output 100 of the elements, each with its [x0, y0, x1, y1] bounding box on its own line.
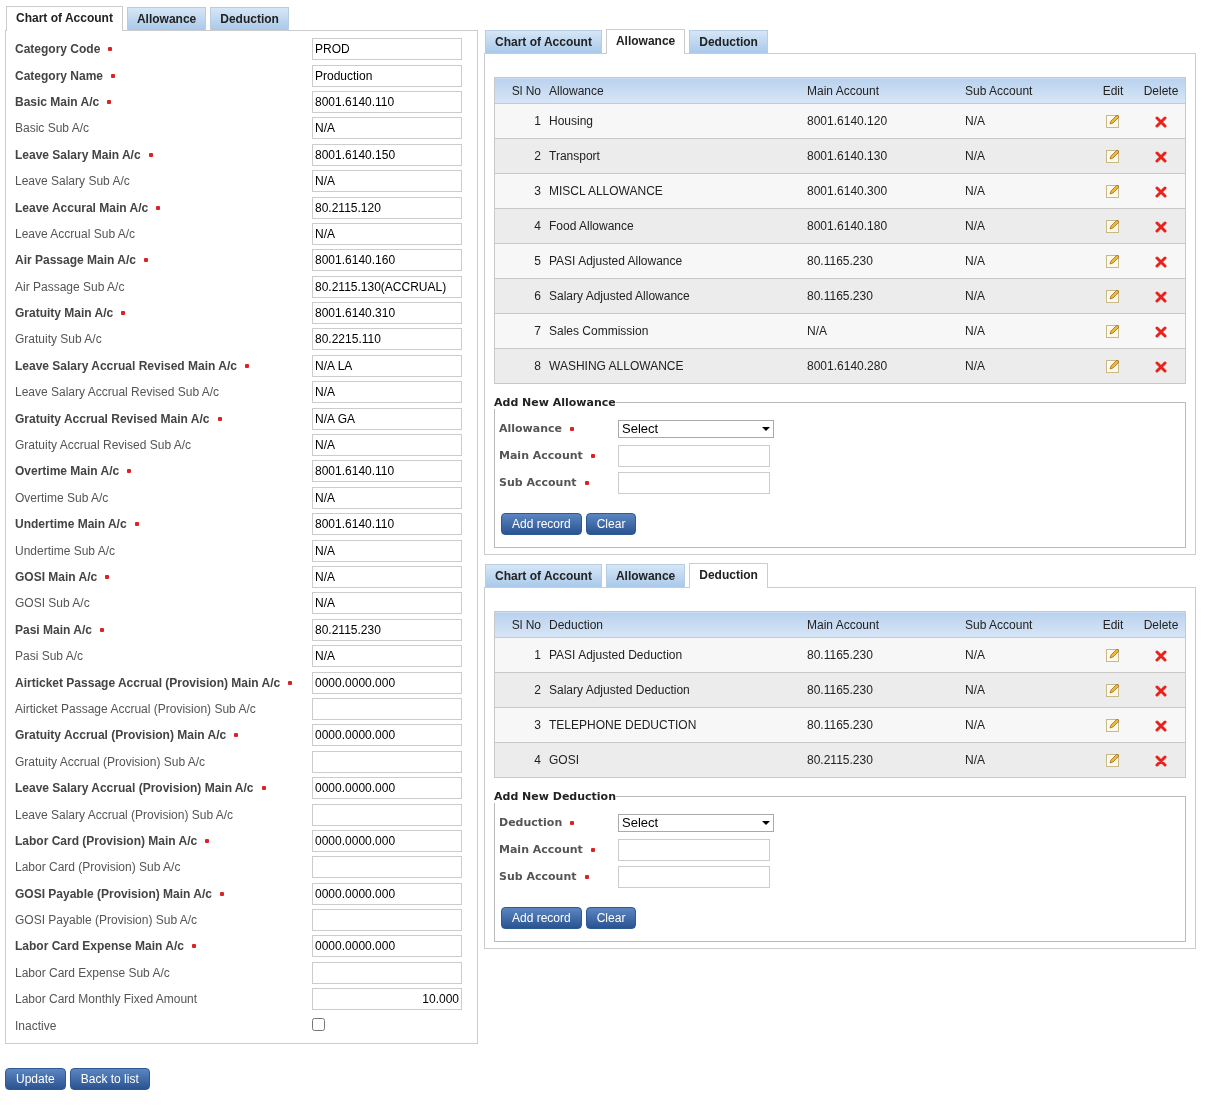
- delete-icon[interactable]: [1155, 360, 1167, 373]
- edit-icon[interactable]: [1106, 683, 1120, 698]
- edit-icon[interactable]: [1106, 324, 1120, 339]
- input-field[interactable]: 10.000: [312, 988, 462, 1011]
- input-field[interactable]: 80.2115.230: [312, 618, 462, 641]
- dropdown[interactable]: Select: [618, 419, 774, 438]
- tab[interactable]: Chart of Account: [6, 6, 123, 31]
- input-field[interactable]: 0000.0000.000: [312, 724, 462, 747]
- input-field[interactable]: 0000.0000.000: [312, 777, 462, 800]
- input-field[interactable]: 80.2215.110: [312, 328, 462, 351]
- tab[interactable]: Allowance: [605, 29, 686, 54]
- input-field[interactable]: 0000.0000.000: [312, 829, 462, 852]
- input-field[interactable]: [312, 750, 462, 773]
- delete-icon[interactable]: [1155, 220, 1167, 233]
- input-field[interactable]: 8001.6140.310: [312, 302, 462, 325]
- table-cell: N/A: [961, 707, 1089, 743]
- delete-icon[interactable]: [1155, 719, 1167, 732]
- table-cell: N/A: [961, 637, 1089, 673]
- input-field[interactable]: [312, 856, 462, 879]
- edit-icon[interactable]: [1106, 219, 1120, 234]
- input-field[interactable]: [312, 697, 462, 720]
- field-label: GOSI Payable (Provision) Main A/c: [15, 886, 212, 901]
- input-field[interactable]: N/A: [312, 486, 462, 509]
- input-field[interactable]: N/A: [312, 539, 462, 562]
- input-field[interactable]: N/A: [312, 566, 462, 588]
- input-field[interactable]: 80.2115.120: [312, 196, 462, 219]
- edit-icon[interactable]: [1106, 289, 1120, 304]
- button[interactable]: Add record: [501, 513, 582, 535]
- button[interactable]: Update: [5, 1067, 66, 1090]
- column-header: Sub Account: [961, 611, 1089, 638]
- table-cell: 2: [494, 672, 545, 708]
- input-field[interactable]: PROD: [312, 38, 462, 61]
- tab[interactable]: Chart of Account: [485, 30, 602, 53]
- delete-icon[interactable]: [1155, 150, 1167, 163]
- delete-icon[interactable]: [1155, 290, 1167, 303]
- edit-icon[interactable]: [1106, 753, 1120, 768]
- input-field[interactable]: N/A GA: [312, 407, 462, 430]
- edit-icon[interactable]: [1106, 648, 1120, 663]
- field-label: Labor Card Expense Sub A/c: [15, 965, 170, 980]
- tab[interactable]: Deduction: [689, 30, 768, 53]
- input-field[interactable]: 0000.0000.000: [312, 882, 462, 905]
- field-label: Gratuity Accrual Revised Sub A/c: [15, 438, 192, 453]
- tab[interactable]: Allowance: [605, 564, 686, 587]
- input-field[interactable]: N/A: [312, 434, 462, 457]
- input-field[interactable]: [618, 865, 770, 888]
- input-field[interactable]: 8001.6140.110: [312, 460, 462, 483]
- edit-icon[interactable]: [1106, 184, 1120, 199]
- input-field[interactable]: Production: [312, 64, 462, 87]
- table-cell: 80.1165.230: [803, 637, 961, 673]
- button[interactable]: Clear: [585, 513, 637, 535]
- input-field[interactable]: 8001.6140.110: [312, 513, 462, 536]
- delete-icon[interactable]: [1155, 185, 1167, 198]
- delete-icon[interactable]: [1155, 255, 1167, 268]
- input-field[interactable]: [618, 471, 770, 494]
- button[interactable]: Add record: [501, 907, 582, 929]
- input-field[interactable]: 8001.6140.150: [312, 143, 462, 166]
- input-field[interactable]: 0000.0000.000: [312, 935, 462, 958]
- edit-icon[interactable]: [1106, 114, 1120, 129]
- column-header: Sl No: [494, 611, 545, 638]
- column-header: Sl No: [494, 77, 545, 104]
- table-cell: Transport: [545, 138, 803, 174]
- input-field[interactable]: [618, 444, 770, 467]
- column-header: Sub Account: [961, 77, 1089, 104]
- delete-icon[interactable]: [1155, 754, 1167, 767]
- edit-icon[interactable]: [1106, 254, 1120, 269]
- input-field[interactable]: 8001.6140.160: [312, 249, 462, 272]
- table-cell: N/A: [961, 173, 1089, 209]
- delete-icon[interactable]: [1155, 684, 1167, 697]
- checkbox[interactable]: [312, 1017, 325, 1031]
- input-field[interactable]: N/A: [312, 117, 462, 140]
- field-label: GOSI Payable (Provision) Sub A/c: [15, 913, 198, 928]
- table-cell: 2: [494, 138, 545, 174]
- input-field[interactable]: N/A: [312, 222, 462, 245]
- button[interactable]: Back to list: [69, 1067, 150, 1090]
- input-field[interactable]: N/A LA: [312, 354, 462, 377]
- input-field[interactable]: 0000.0000.000: [312, 671, 462, 694]
- input-field[interactable]: [312, 803, 462, 826]
- input-field[interactable]: N/A: [312, 645, 462, 668]
- tab[interactable]: Deduction: [689, 563, 768, 588]
- input-field[interactable]: 8001.6140.110: [312, 90, 462, 113]
- input-field[interactable]: [312, 909, 462, 932]
- input-field[interactable]: 80.2115.130(ACCRUAL): [312, 275, 462, 298]
- input-field[interactable]: [312, 961, 462, 984]
- field-label: Leave Accrual Sub A/c: [15, 226, 136, 241]
- button[interactable]: Clear: [585, 907, 637, 929]
- input-field[interactable]: N/A: [312, 381, 462, 404]
- field-label: Gratuity Accrual (Provision) Sub A/c: [15, 754, 206, 769]
- tab[interactable]: Allowance: [126, 7, 207, 30]
- edit-icon[interactable]: [1106, 718, 1120, 733]
- input-field[interactable]: N/A: [312, 170, 462, 193]
- edit-icon[interactable]: [1106, 359, 1120, 374]
- tab[interactable]: Chart of Account: [485, 564, 602, 587]
- delete-icon[interactable]: [1155, 115, 1167, 128]
- edit-icon[interactable]: [1106, 149, 1120, 164]
- dropdown[interactable]: Select: [618, 813, 774, 832]
- input-field[interactable]: N/A: [312, 592, 462, 615]
- delete-icon[interactable]: [1155, 325, 1167, 338]
- delete-icon[interactable]: [1155, 649, 1167, 662]
- tab[interactable]: Deduction: [210, 7, 289, 30]
- input-field[interactable]: [618, 838, 770, 861]
